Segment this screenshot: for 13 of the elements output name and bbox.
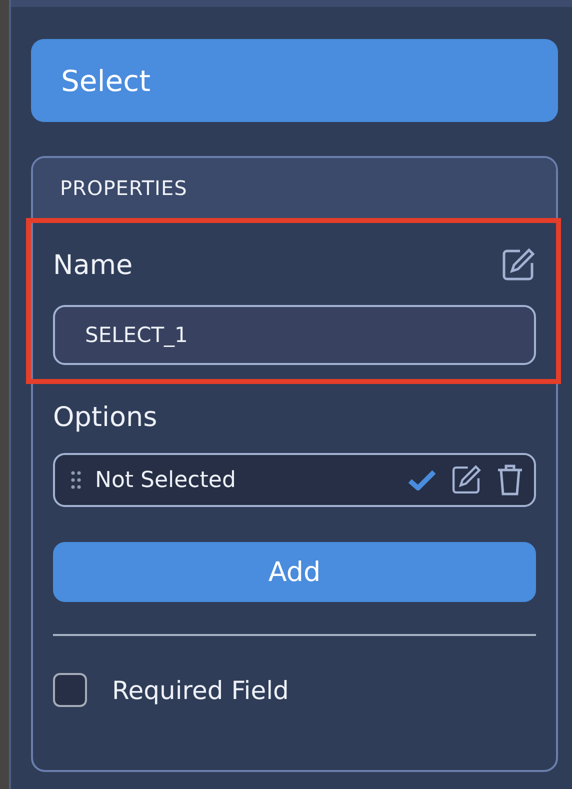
options-label: Options [53, 402, 158, 433]
card-title: PROPERTIES [60, 176, 188, 200]
name-label: Name [53, 250, 133, 280]
option-row[interactable]: Not Selected [53, 453, 536, 507]
check-icon[interactable] [408, 469, 436, 491]
name-input[interactable]: SELECT_1 [53, 305, 536, 365]
required-checkbox[interactable] [53, 673, 87, 707]
trash-icon[interactable] [496, 463, 524, 497]
drag-handle-icon[interactable] [71, 471, 81, 489]
edit-icon[interactable] [500, 247, 536, 283]
option-label: Not Selected [95, 468, 237, 492]
required-label: Required Field [112, 676, 289, 704]
edit-icon[interactable] [450, 464, 482, 496]
